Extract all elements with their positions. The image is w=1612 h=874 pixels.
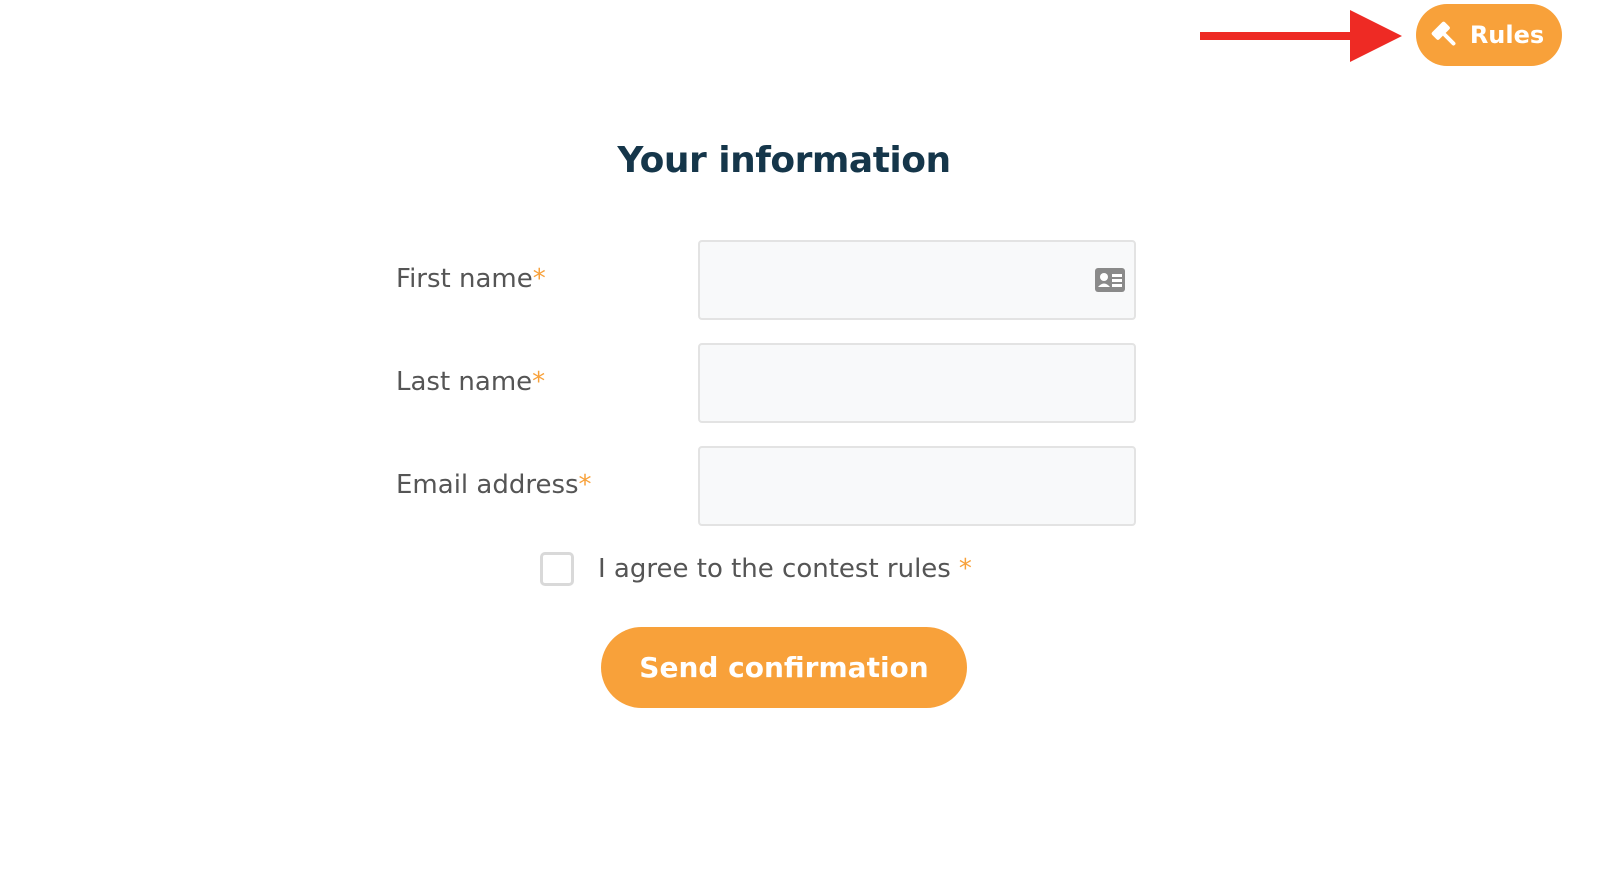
required-marker: *: [532, 367, 546, 397]
required-marker: *: [578, 470, 592, 500]
form-title: Your information: [617, 140, 951, 181]
last-name-input[interactable]: [700, 345, 1134, 421]
last-name-row: Last name*: [396, 343, 1136, 423]
last-name-field[interactable]: [698, 343, 1136, 423]
first-name-label: First name*: [396, 264, 546, 294]
agree-rules-label[interactable]: I agree to the contest rules *: [598, 554, 972, 584]
rules-button[interactable]: Rules: [1416, 4, 1562, 66]
required-marker: *: [958, 554, 972, 584]
first-name-input[interactable]: [700, 242, 1134, 318]
email-row: Email address*: [396, 446, 1136, 526]
required-marker: *: [532, 264, 546, 294]
page: Rules Your information First name* Last …: [0, 0, 1612, 874]
email-field[interactable]: [698, 446, 1136, 526]
email-label: Email address*: [396, 470, 592, 500]
last-name-label: Last name*: [396, 367, 546, 397]
send-confirmation-button[interactable]: Send confirmation: [601, 627, 967, 708]
rules-button-label: Rules: [1469, 21, 1545, 49]
gavel-icon: [1430, 20, 1460, 50]
annotation-arrow: [1200, 10, 1402, 62]
first-name-row: First name*: [396, 240, 1136, 320]
first-name-field[interactable]: [698, 240, 1136, 320]
email-input[interactable]: [700, 448, 1134, 524]
agree-rules-row: I agree to the contest rules *: [540, 550, 972, 588]
agree-rules-checkbox[interactable]: [540, 552, 574, 586]
contact-card-icon[interactable]: [1094, 266, 1126, 294]
